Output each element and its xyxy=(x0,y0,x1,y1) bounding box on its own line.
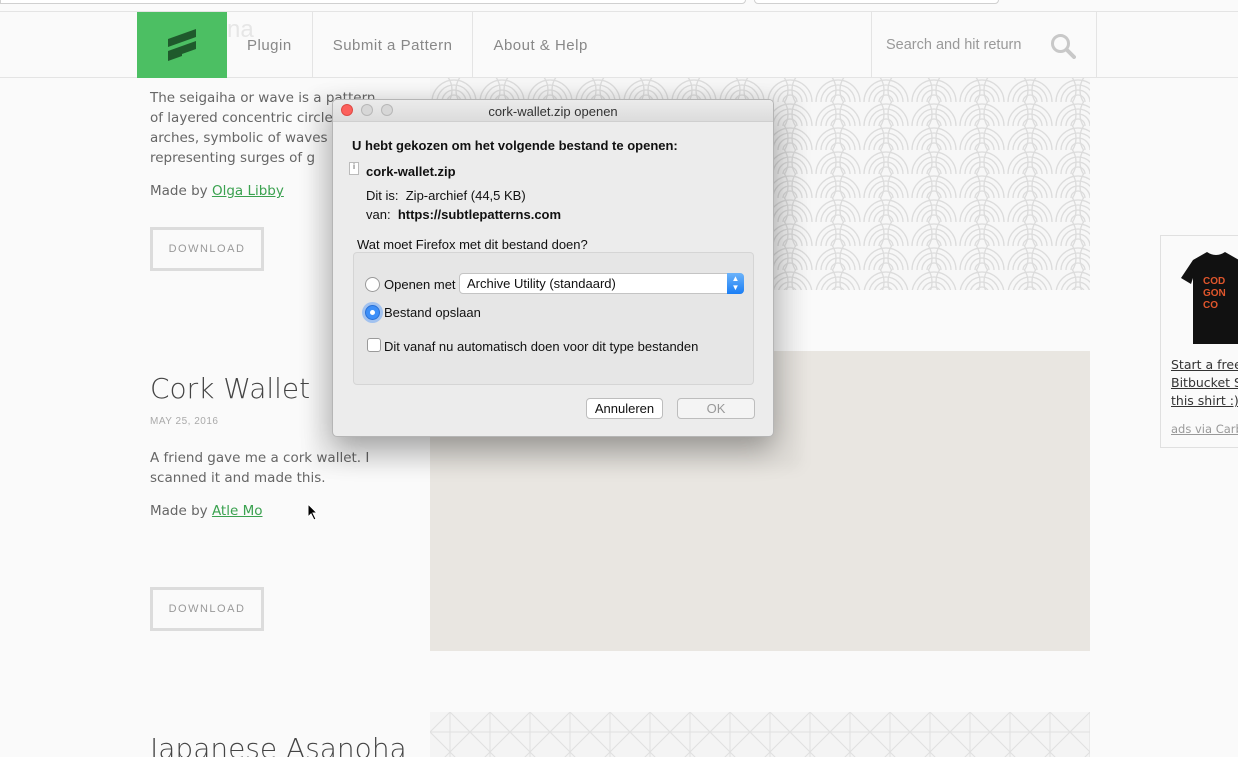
file-icon: i xyxy=(349,162,359,175)
logo-icon xyxy=(168,29,196,61)
auto-action-checkbox[interactable] xyxy=(367,338,381,352)
cancel-button[interactable]: Annuleren xyxy=(586,398,663,419)
file-source-row: van: https://subtlepatterns.com xyxy=(366,207,561,222)
dialog-heading: U hebt gekozen om het volgende bestand t… xyxy=(352,138,678,153)
open-with-app-select[interactable]: Archive Utility (standaard) ▲ ▼ xyxy=(459,273,744,294)
author-link-atle-mo[interactable]: Atle Mo xyxy=(212,503,263,519)
ok-button[interactable]: OK xyxy=(677,398,755,419)
pattern-date: MAY 25, 2016 xyxy=(150,416,219,427)
open-with-radio[interactable] xyxy=(365,277,380,292)
logo[interactable] xyxy=(137,12,227,78)
svg-text:CO: CO xyxy=(1203,300,1218,311)
made-by-prefix: Made by xyxy=(150,503,212,519)
seigaiha-made-by: Made by Olga Libby xyxy=(150,183,284,199)
search-icon[interactable] xyxy=(1050,33,1076,59)
download-button-cork[interactable]: DOWNLOAD xyxy=(150,587,264,631)
save-file-label[interactable]: Bestand opslaan xyxy=(384,305,481,320)
url-bar[interactable] xyxy=(0,0,746,4)
ad-copy[interactable]: Start a free t Bitbucket Se this shirt :… xyxy=(1171,356,1238,410)
browser-search-bar[interactable] xyxy=(754,0,999,4)
open-with-app-value: Archive Utility (standaard) xyxy=(467,276,616,291)
pattern-title-cork-wallet[interactable]: Cork Wallet xyxy=(150,372,310,405)
file-type-row: Dit is: Zip-archief (44,5 KB) xyxy=(366,188,526,203)
chevron-updown-icon: ▲ ▼ xyxy=(727,273,744,294)
dialog-titlebar[interactable]: cork-wallet.zip openen xyxy=(333,100,773,122)
dialog-question: Wat moet Firefox met dit bestand doen? xyxy=(357,237,588,252)
nav-plugin[interactable]: Plugin xyxy=(227,12,313,78)
auto-action-label[interactable]: Dit vanaf nu automatisch doen voor dit t… xyxy=(384,339,698,354)
file-source-prefix: van: xyxy=(366,207,391,222)
svg-text:COD: COD xyxy=(1203,276,1225,287)
made-by-prefix: Made by xyxy=(150,183,212,199)
site-search xyxy=(871,12,1097,78)
ad-line: this shirt :) xyxy=(1171,393,1238,408)
carbon-ad[interactable]: COD GON CO Start a free t Bitbucket Se t… xyxy=(1160,235,1238,448)
cork-made-by: Made by Atle Mo xyxy=(150,503,262,519)
nav-about-help[interactable]: About & Help xyxy=(473,12,607,78)
open-with-label[interactable]: Openen met xyxy=(384,277,456,292)
file-type-value: Zip-archief (44,5 KB) xyxy=(405,188,526,203)
search-input[interactable] xyxy=(886,37,1046,53)
svg-text:GON: GON xyxy=(1203,288,1226,299)
browser-toolbar xyxy=(0,0,1238,12)
author-link-olga-libby[interactable]: Olga Libby xyxy=(212,183,284,199)
save-file-radio[interactable] xyxy=(365,305,380,320)
nav-submit-pattern[interactable]: Submit a Pattern xyxy=(313,12,474,78)
pattern-title-japanese-asanoha[interactable]: Japanese Asanoha xyxy=(150,732,407,757)
site-header: na Plugin Submit a Pattern About & Help xyxy=(0,12,1238,78)
ad-line: Bitbucket Se xyxy=(1171,375,1238,390)
tshirt-image: COD GON CO xyxy=(1181,252,1238,344)
file-type-prefix: Dit is: xyxy=(366,188,399,203)
open-file-dialog: cork-wallet.zip openen U hebt gekozen om… xyxy=(332,99,774,437)
asanoha-pattern-image xyxy=(430,712,1090,757)
dialog-title: cork-wallet.zip openen xyxy=(488,104,618,119)
dialog-filename: cork-wallet.zip xyxy=(366,164,456,179)
main-nav: Plugin Submit a Pattern About & Help xyxy=(227,12,608,78)
download-button-seigaiha[interactable]: DOWNLOAD xyxy=(150,227,264,271)
mouse-cursor-icon xyxy=(307,503,319,521)
ad-via-link[interactable]: ads via Carb xyxy=(1171,422,1238,436)
ad-line: Start a free t xyxy=(1171,357,1238,372)
file-source-value: https://subtlepatterns.com xyxy=(397,207,562,222)
asanoha-pattern-preview[interactable] xyxy=(430,712,1090,757)
